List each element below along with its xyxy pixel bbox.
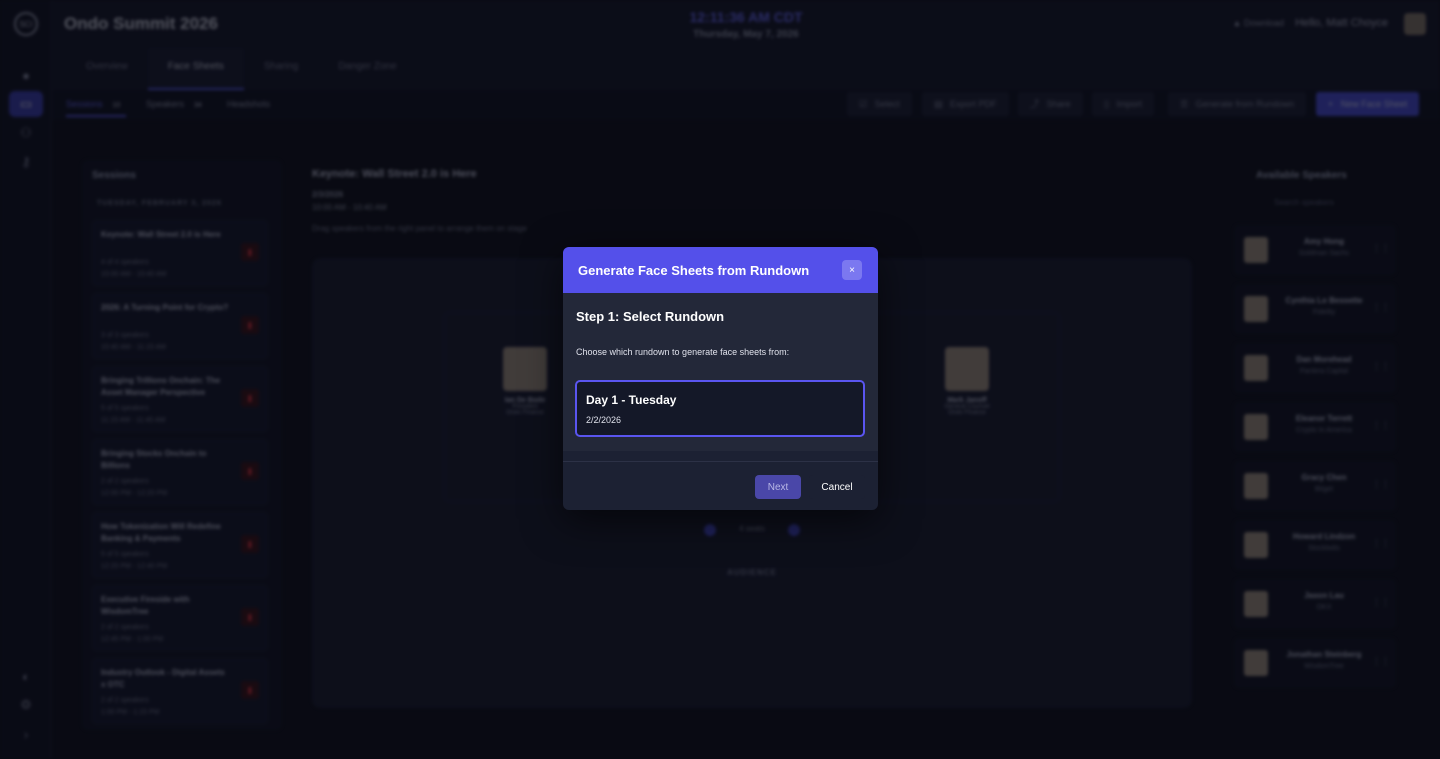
modal-title: Generate Face Sheets from Rundown: [578, 263, 810, 278]
modal-divider: [563, 461, 878, 462]
rundown-option[interactable]: Day 1 - Tuesday 2/2/2026: [575, 380, 865, 437]
next-button[interactable]: Next: [755, 475, 801, 499]
rundown-date: 2/2/2026: [586, 415, 622, 425]
close-icon: ×: [849, 264, 855, 276]
modal-body: Step 1: Select Rundown Choose which rund…: [563, 293, 878, 451]
step-description: Choose which rundown to generate face sh…: [576, 347, 790, 357]
cancel-button[interactable]: Cancel: [809, 475, 865, 499]
rundown-name: Day 1 - Tuesday: [586, 393, 677, 407]
step-title: Step 1: Select Rundown: [576, 309, 725, 324]
close-button[interactable]: ×: [842, 260, 862, 280]
generate-face-sheets-modal: Generate Face Sheets from Rundown × Step…: [563, 247, 878, 510]
modal-header: Generate Face Sheets from Rundown ×: [563, 247, 878, 293]
